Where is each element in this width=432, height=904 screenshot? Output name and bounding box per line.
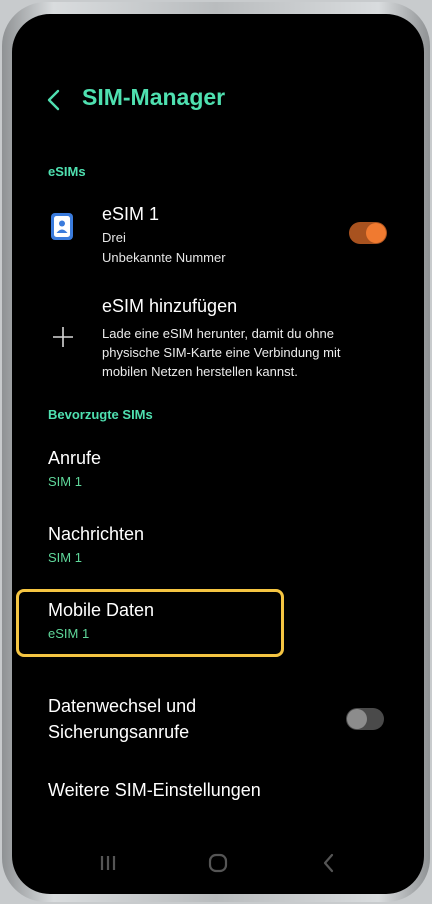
toggle-knob [347,709,367,729]
home-icon [208,853,228,873]
add-esim-description: Lade eine eSIM herunter, damit du ohne p… [102,326,341,379]
data-switch-toggle[interactable] [346,708,384,730]
plus-icon [52,326,74,348]
messages-title: Nachrichten [48,524,145,544]
recent-apps-icon [100,856,116,870]
home-button[interactable] [207,852,229,879]
messages-value: SIM 1 [48,550,82,565]
sim-card-icon [48,211,76,243]
section-label-preferred: Bevorzugte SIMs [48,407,153,422]
data-switch-row[interactable]: Datenwechsel und Sicherungsanrufe [12,684,424,756]
more-sim-settings-title: Weitere SIM-Einstellungen [48,780,261,800]
esim1-toggle[interactable] [349,222,387,244]
esim1-carrier: Drei [102,230,126,245]
section-label-esims: eSIMs [48,164,86,179]
back-button[interactable] [40,84,68,116]
highlight-frame [16,589,284,657]
data-switch-title-line2: Sicherungsanrufe [48,722,190,742]
recent-apps-button[interactable] [98,852,118,879]
esim1-number: Unbekannte Nummer [102,250,226,265]
chevron-left-icon [47,89,60,111]
data-switch-title-line1: Datenwechsel und [48,696,197,716]
more-sim-settings-row[interactable]: Weitere SIM-Einstellungen [12,770,424,820]
toggle-knob [366,223,386,243]
chevron-left-icon [323,853,334,873]
calls-row[interactable]: Anrufe SIM 1 [12,434,424,504]
back-nav-button[interactable] [320,852,338,879]
add-esim-row[interactable]: eSIM hinzufügen Lade eine eSIM herunter,… [12,284,424,394]
calls-title: Anrufe [48,448,102,468]
messages-row[interactable]: Nachrichten SIM 1 [12,510,424,580]
esim1-name: eSIM 1 [102,204,160,224]
phone-frame: SIM-Manager eSIMs eSIM 1 Drei Unbekannte… [2,2,430,902]
add-esim-title: eSIM hinzufügen [102,296,238,316]
calls-value: SIM 1 [48,474,82,489]
app-header: SIM-Manager [12,80,424,120]
screen: SIM-Manager eSIMs eSIM 1 Drei Unbekannte… [12,14,424,894]
esim1-row[interactable]: eSIM 1 Drei Unbekannte Nummer [12,190,424,274]
navigation-bar [12,838,424,894]
page-title: SIM-Manager [82,84,226,110]
